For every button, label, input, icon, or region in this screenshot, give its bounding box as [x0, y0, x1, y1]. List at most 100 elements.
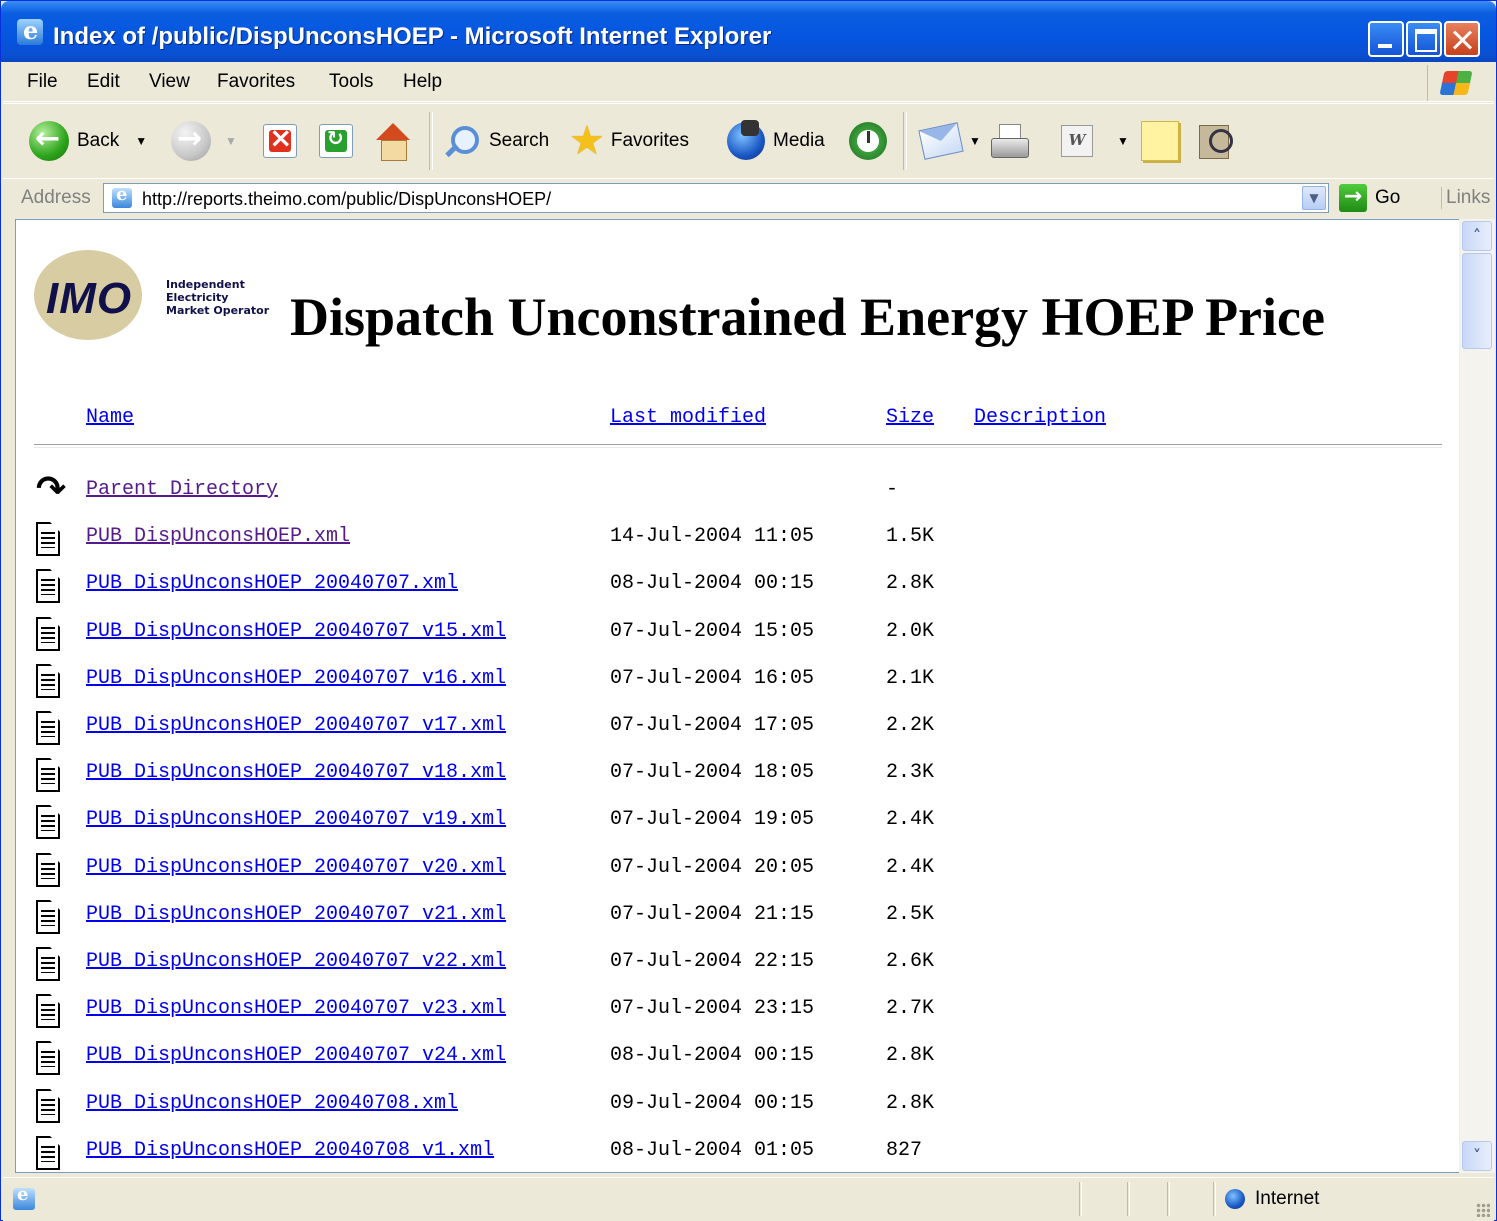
file-name[interactable]: PUB_DispUnconsHOEP_20040708.xml [86, 1092, 458, 1115]
vertical-scrollbar[interactable]: ˄ ˅ [1459, 219, 1495, 1173]
research-button[interactable] [1197, 118, 1235, 164]
file-link[interactable]: PUB_DispUnconsHOEP_20040707_v20.xml [86, 856, 506, 879]
menu-view[interactable]: View [149, 71, 190, 93]
back-button[interactable]: Back ▼ [29, 118, 147, 164]
file-date: 07-Jul-2004 21:15 [610, 902, 815, 926]
file-link[interactable]: PUB_DispUnconsHOEP_20040707_v15.xml [86, 620, 506, 643]
edit-button[interactable]: W ▼ [1061, 118, 1129, 164]
file-link[interactable]: Parent Directory [86, 478, 278, 501]
back-dropdown-icon[interactable]: ▼ [135, 134, 147, 148]
file-name[interactable]: PUB_DispUnconsHOEP_20040707_v19.xml [86, 808, 506, 831]
maximize-button[interactable] [1406, 21, 1442, 57]
menu-edit[interactable]: Edit [87, 71, 120, 93]
file-name[interactable]: PUB_DispUnconsHOEP_20040707_v23.xml [86, 997, 506, 1020]
stop-button[interactable] [263, 118, 297, 164]
menu-file[interactable]: File [27, 71, 58, 93]
file-icon [34, 663, 64, 702]
status-separator [1127, 1182, 1130, 1216]
forward-dropdown-icon[interactable]: ▼ [225, 134, 237, 148]
column-header-name[interactable]: Name [86, 406, 134, 429]
column-header-description[interactable]: Description [974, 406, 1106, 429]
logo-subtext: Independent Electricity Market Operator [166, 278, 270, 317]
file-name[interactable]: PUB_DispUnconsHOEP_20040707.xml [86, 572, 458, 595]
sort-by-size-link[interactable]: Size [886, 406, 934, 429]
file-link[interactable]: PUB_DispUnconsHOEP_20040707_v19.xml [86, 808, 506, 831]
file-name[interactable]: Parent Directory [86, 478, 278, 501]
file-icon [34, 1088, 64, 1127]
doc-icon [36, 1041, 60, 1076]
file-name[interactable]: PUB_DispUnconsHOEP_20040708_v1.xml [86, 1139, 494, 1162]
file-date: 07-Jul-2004 15:05 [610, 619, 815, 643]
file-icon [34, 947, 64, 985]
sort-by-description-link[interactable]: Description [974, 406, 1106, 429]
file-name[interactable]: PUB_DispUnconsHOEP_20040707_v22.xml [86, 950, 506, 973]
file-name[interactable]: PUB_DispUnconsHOEP_20040707_v15.xml [86, 620, 506, 643]
file-link[interactable]: PUB_DispUnconsHOEP_20040707_v18.xml [86, 761, 506, 784]
home-icon [373, 121, 413, 161]
file-link[interactable]: PUB_DispUnconsHOEP_20040707_v23.xml [86, 997, 506, 1020]
media-icon [727, 120, 765, 160]
file-name[interactable]: PUB_DispUnconsHOEP_20040707_v24.xml [86, 1044, 506, 1067]
address-url[interactable]: http://reports.theimo.com/public/DispUnc… [142, 189, 551, 210]
home-button[interactable] [373, 118, 413, 164]
scroll-down-button[interactable]: ˅ [1462, 1141, 1492, 1171]
file-link[interactable]: PUB_DispUnconsHOEP_20040707_v22.xml [86, 950, 506, 973]
file-link[interactable]: PUB_DispUnconsHOEP.xml [86, 525, 350, 548]
title-bar[interactable]: Index of /public/DispUnconsHOEP - Micros… [1, 1, 1496, 62]
doc-icon [36, 711, 60, 745]
file-link[interactable]: PUB_DispUnconsHOEP_20040707.xml [86, 572, 458, 595]
sort-by-name-link[interactable]: Name [86, 406, 134, 429]
file-link[interactable]: PUB_DispUnconsHOEP_20040708_v1.xml [86, 1139, 494, 1162]
file-link[interactable]: PUB_DispUnconsHOEP_20040708.xml [86, 1092, 458, 1115]
doc-icon [36, 947, 60, 981]
parent-directory-icon: ↶ [34, 469, 66, 513]
resize-grip[interactable] [1476, 1203, 1490, 1217]
search-button[interactable]: Search [443, 118, 549, 164]
links-button[interactable]: Links [1441, 187, 1490, 209]
print-button[interactable] [989, 118, 1029, 164]
sort-by-date-link[interactable]: Last modified [610, 406, 766, 429]
file-name[interactable]: PUB_DispUnconsHOEP.xml [86, 525, 350, 548]
status-separator [1213, 1182, 1216, 1216]
close-button[interactable] [1444, 21, 1480, 57]
forward-button[interactable]: ▼ [171, 118, 237, 164]
file-name[interactable]: PUB_DispUnconsHOEP_20040707_v21.xml [86, 903, 506, 926]
file-size: 2.2K [886, 714, 935, 737]
address-input[interactable]: http://reports.theimo.com/public/DispUnc… [103, 183, 1329, 213]
history-button[interactable] [849, 118, 887, 164]
scroll-thumb[interactable] [1462, 253, 1492, 349]
file-link[interactable]: PUB_DispUnconsHOEP_20040707_v21.xml [86, 903, 506, 926]
discuss-button[interactable] [1141, 118, 1179, 164]
file-name[interactable]: PUB_DispUnconsHOEP_20040707_v16.xml [86, 667, 506, 690]
menu-help[interactable]: Help [403, 71, 442, 93]
go-button[interactable]: → Go [1339, 184, 1400, 212]
file-size: 2.4K [886, 808, 935, 832]
menu-tools[interactable]: Tools [329, 71, 373, 93]
edit-dropdown-icon[interactable]: ▼ [1117, 134, 1129, 148]
mail-dropdown-icon[interactable]: ▼ [969, 134, 981, 148]
favorites-button[interactable]: ★ Favorites [569, 118, 689, 164]
media-button[interactable]: Media [727, 118, 825, 164]
file-name[interactable]: PUB_DispUnconsHOEP_20040707_v18.xml [86, 761, 506, 784]
file-link[interactable]: PUB_DispUnconsHOEP_20040707_v16.xml [86, 667, 506, 690]
menu-favorites[interactable]: Favorites [217, 71, 295, 93]
scroll-up-button[interactable]: ˄ [1462, 221, 1492, 251]
refresh-button[interactable] [319, 118, 353, 164]
file-name[interactable]: PUB_DispUnconsHOEP_20040707_v20.xml [86, 856, 506, 879]
back-arrow-icon [29, 121, 69, 161]
file-link[interactable]: PUB_DispUnconsHOEP_20040707_v17.xml [86, 714, 506, 737]
browser-window: Index of /public/DispUnconsHOEP - Micros… [0, 0, 1497, 1221]
minimize-button[interactable] [1368, 21, 1404, 57]
file-date: 07-Jul-2004 17:05 [610, 714, 815, 737]
page-content: IMO Independent Electricity Market Opera… [15, 219, 1459, 1173]
mail-button[interactable]: ▼ [918, 118, 981, 164]
file-link[interactable]: PUB_DispUnconsHOEP_20040707_v24.xml [86, 1044, 506, 1067]
file-name[interactable]: PUB_DispUnconsHOEP_20040707_v17.xml [86, 714, 506, 737]
doc-icon [36, 522, 60, 557]
address-dropdown-icon[interactable]: ▼ [1302, 186, 1326, 210]
column-header-last-modified[interactable]: Last modified [610, 406, 766, 429]
forward-arrow-icon [171, 121, 211, 161]
logo-text: IMO [46, 274, 133, 323]
doc-icon [36, 852, 60, 887]
column-header-size[interactable]: Size [886, 406, 934, 429]
